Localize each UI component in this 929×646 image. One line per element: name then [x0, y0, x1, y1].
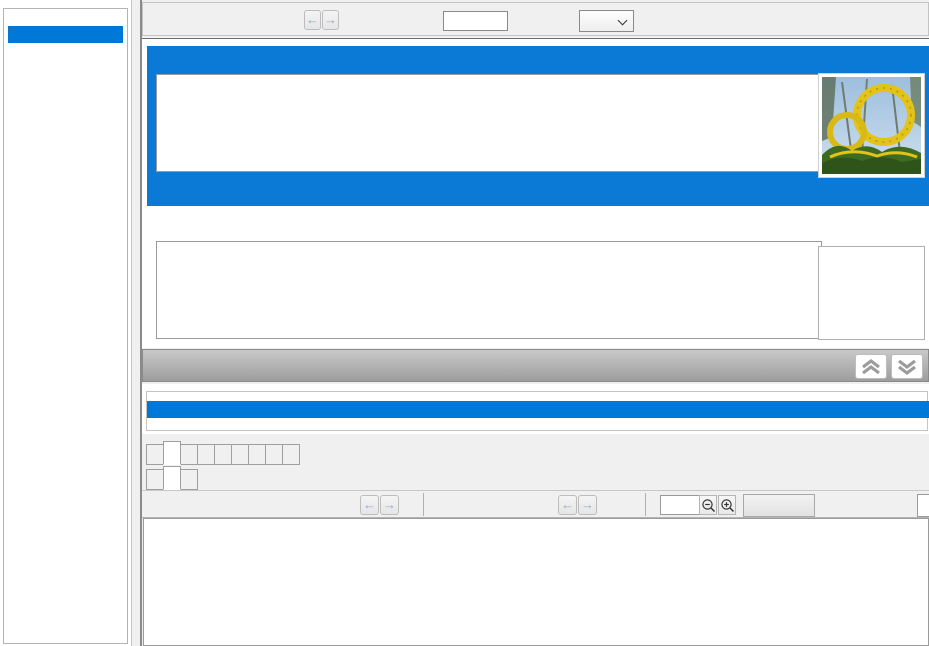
- app-window: ← →: [0, 0, 929, 646]
- indexed-text-pane[interactable]: [143, 518, 929, 646]
- tab-strings[interactable]: [146, 469, 164, 490]
- prev-page-button[interactable]: ←: [304, 10, 321, 30]
- toolbar-separator: [645, 493, 646, 516]
- roller-coaster-thumbnail[interactable]: [818, 73, 925, 178]
- viewer-tabs: [146, 443, 929, 465]
- expand-down-button[interactable]: [891, 354, 923, 379]
- roller-coaster-image: [822, 77, 921, 174]
- tab-file-metadata[interactable]: [214, 444, 232, 465]
- tab-annotations[interactable]: [265, 444, 283, 465]
- collapse-up-button[interactable]: [855, 354, 887, 379]
- next-match-button[interactable]: →: [380, 495, 399, 515]
- next-text-page-button[interactable]: →: [578, 495, 597, 515]
- content-viewer: ← → ← →: [142, 437, 929, 646]
- instances-panel: [142, 384, 929, 434]
- tab-application[interactable]: [180, 444, 198, 465]
- left-arrow-icon: ←: [363, 497, 376, 512]
- result-card-roller-coasters[interactable]: [147, 46, 929, 206]
- right-arrow-icon: →: [383, 497, 396, 512]
- page-size-select[interactable]: [579, 10, 634, 32]
- prev-match-button[interactable]: ←: [360, 495, 379, 515]
- goto-page-input[interactable]: [443, 11, 508, 31]
- zoom-out-icon: [701, 498, 716, 513]
- next-page-button[interactable]: →: [322, 10, 339, 30]
- main-panel: ← →: [140, 0, 929, 646]
- double-chevron-down-icon: [896, 359, 918, 375]
- tab-message[interactable]: [197, 444, 215, 465]
- tab-results[interactable]: [248, 444, 266, 465]
- groups-groupbox: [3, 8, 128, 644]
- zoom-in-button[interactable]: [718, 495, 736, 515]
- tab-hex[interactable]: [146, 444, 164, 465]
- tab-translation[interactable]: [180, 469, 198, 490]
- results-area: [142, 38, 929, 348]
- prev-text-page-button[interactable]: ←: [558, 495, 577, 515]
- tab-indexed-text[interactable]: [163, 466, 181, 490]
- file-excerpt[interactable]: [156, 241, 822, 339]
- chevron-down-icon: [618, 16, 628, 26]
- result-card-films-csv[interactable]: [147, 213, 929, 346]
- text-subtabs: [146, 468, 929, 490]
- pagination-toolbar: ← →: [142, 2, 929, 36]
- zoom-in-icon: [720, 498, 735, 513]
- group-item-medium[interactable]: [8, 26, 123, 43]
- groups-sidebar: [0, 0, 132, 646]
- tab-context[interactable]: [231, 444, 249, 465]
- left-arrow-icon: ←: [561, 497, 574, 512]
- reset-button[interactable]: [743, 494, 815, 517]
- zoom-out-button[interactable]: [699, 495, 717, 515]
- right-arrow-icon: →: [581, 497, 594, 512]
- instance-row[interactable]: [147, 401, 929, 418]
- indexed-text-toolbar: ← → ← →: [142, 490, 929, 518]
- right-arrow-icon: →: [324, 12, 337, 27]
- file-excerpt[interactable]: [156, 74, 822, 172]
- tab-other-occurrences[interactable]: [282, 444, 300, 465]
- toolbar-separator: [423, 493, 424, 516]
- text-source-select[interactable]: [917, 494, 929, 517]
- empty-image-placeholder: [818, 246, 925, 340]
- double-chevron-up-icon: [860, 359, 882, 375]
- zoom-level-box[interactable]: [660, 495, 700, 515]
- details-area-bar: [142, 349, 929, 382]
- left-arrow-icon: ←: [306, 12, 319, 27]
- tab-text[interactable]: [163, 441, 181, 465]
